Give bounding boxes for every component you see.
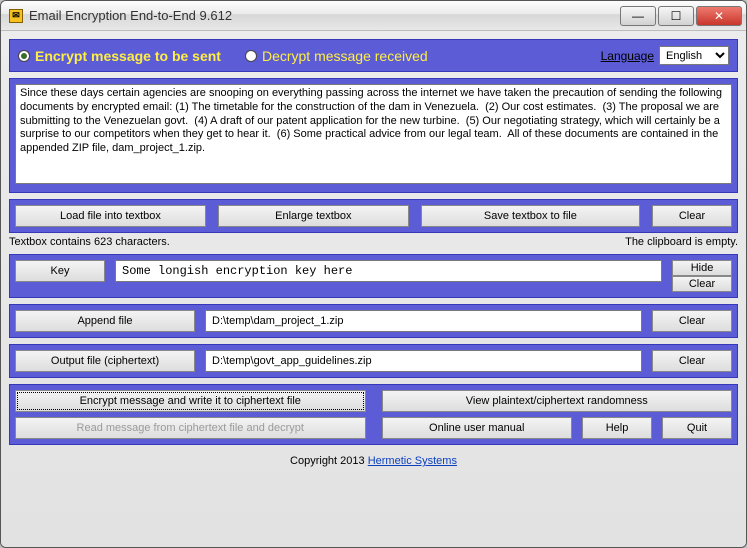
manual-button[interactable]: Online user manual <box>382 417 573 439</box>
randomness-button[interactable]: View plaintext/ciphertext randomness <box>382 390 733 412</box>
help-button[interactable]: Help <box>582 417 652 439</box>
output-file-button[interactable]: Output file (ciphertext) <box>15 350 195 372</box>
append-file-input[interactable]: D:\temp\dam_project_1.zip <box>205 310 642 332</box>
message-textarea[interactable] <box>15 84 732 184</box>
close-button[interactable]: ✕ <box>696 6 742 26</box>
decrypt-button: Read message from ciphertext file and de… <box>15 417 366 439</box>
output-file-input[interactable]: D:\temp\govt_app_guidelines.zip <box>205 350 642 372</box>
append-file-button[interactable]: Append file <box>15 310 195 332</box>
minimize-button[interactable]: — <box>620 6 656 26</box>
char-count-text: Textbox contains 623 characters. <box>9 236 170 248</box>
decrypt-radio-label: Decrypt message received <box>262 48 428 64</box>
language-block: Language English <box>601 46 729 65</box>
language-label: Language <box>601 49 654 63</box>
copyright-text: Copyright 2013 <box>290 455 368 467</box>
hide-key-button[interactable]: Hide <box>672 260 732 276</box>
decrypt-radio[interactable]: Decrypt message received <box>245 48 428 64</box>
title-bar: ✉ Email Encryption End-to-End 9.612 — ☐ … <box>1 1 746 31</box>
clear-key-button[interactable]: Clear <box>672 276 732 292</box>
radio-icon <box>245 50 257 62</box>
footer: Copyright 2013 Hermetic Systems <box>9 455 738 467</box>
encrypt-radio-label: Encrypt message to be sent <box>35 48 221 64</box>
status-row: Textbox contains 623 characters. The cli… <box>9 236 738 248</box>
window-title: Email Encryption End-to-End 9.612 <box>29 8 618 23</box>
clear-append-button[interactable]: Clear <box>652 310 732 332</box>
maximize-button[interactable]: ☐ <box>658 6 694 26</box>
window-buttons: — ☐ ✕ <box>618 6 742 26</box>
textbox-toolbar: Load file into textbox Enlarge textbox S… <box>9 199 738 233</box>
key-input[interactable]: Some longish encryption key here <box>115 260 662 282</box>
hermetic-link[interactable]: Hermetic Systems <box>368 455 457 467</box>
clear-textbox-button[interactable]: Clear <box>652 205 732 227</box>
radio-icon <box>18 50 30 62</box>
client-area: Encrypt message to be sent Decrypt messa… <box>1 31 746 547</box>
clear-output-button[interactable]: Clear <box>652 350 732 372</box>
key-button[interactable]: Key <box>15 260 105 282</box>
action-panel: Encrypt message and write it to cipherte… <box>9 384 738 445</box>
enlarge-button[interactable]: Enlarge textbox <box>218 205 409 227</box>
key-panel: Key Some longish encryption key here Hid… <box>9 254 738 298</box>
language-select[interactable]: English <box>659 46 729 65</box>
output-panel: Output file (ciphertext) D:\temp\govt_ap… <box>9 344 738 378</box>
save-textbox-button[interactable]: Save textbox to file <box>421 205 640 227</box>
app-icon: ✉ <box>9 9 23 23</box>
mode-header: Encrypt message to be sent Decrypt messa… <box>9 39 738 72</box>
app-window: ✉ Email Encryption End-to-End 9.612 — ☐ … <box>0 0 747 548</box>
append-panel: Append file D:\temp\dam_project_1.zip Cl… <box>9 304 738 338</box>
quit-button[interactable]: Quit <box>662 417 732 439</box>
clipboard-status-text: The clipboard is empty. <box>625 236 738 248</box>
load-file-button[interactable]: Load file into textbox <box>15 205 206 227</box>
encrypt-radio[interactable]: Encrypt message to be sent <box>18 48 221 64</box>
message-panel <box>9 78 738 193</box>
encrypt-button[interactable]: Encrypt message and write it to cipherte… <box>15 390 366 412</box>
